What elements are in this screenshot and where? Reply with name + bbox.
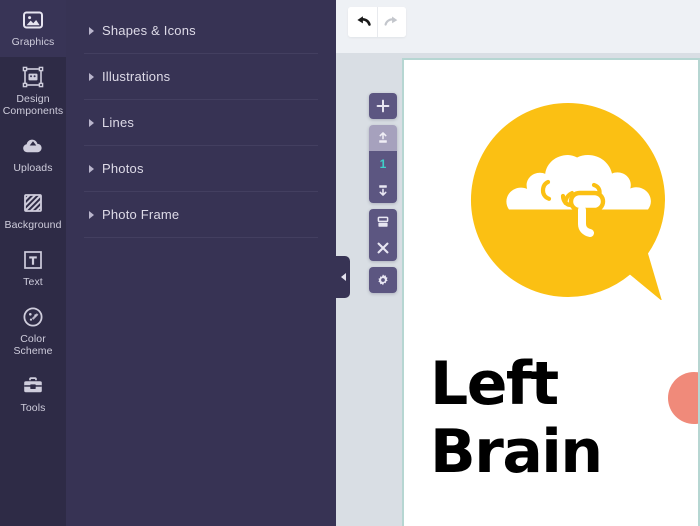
plus-icon [376, 99, 390, 113]
sidebar-item-label: Color Scheme [13, 333, 53, 357]
accordion-label: Shapes & Icons [102, 23, 196, 38]
left-icon-rail: Graphics Design Components Uploads Backg… [0, 0, 66, 526]
chevron-right-icon [84, 72, 98, 81]
undo-icon [354, 15, 371, 29]
sidebar-item-uploads[interactable]: Uploads [0, 126, 66, 183]
redo-button[interactable] [377, 7, 406, 37]
page-number-indicator[interactable]: 1 [369, 151, 397, 177]
sidebar-item-label: Background [4, 219, 62, 231]
chevron-left-icon [340, 273, 346, 281]
page-toolbar-group-2: 1 [369, 125, 397, 203]
history-button-group [348, 7, 406, 37]
headline-line-2: Brain [430, 417, 603, 487]
app-root: Graphics Design Components Uploads Backg… [0, 0, 700, 526]
chevron-right-icon [84, 26, 98, 35]
sidebar-item-tools[interactable]: Tools [0, 366, 66, 423]
color-scheme-icon [21, 305, 45, 329]
brain-speech-bubble-logo[interactable] [468, 100, 678, 310]
toolbox-icon [21, 374, 45, 398]
move-up-icon [376, 131, 390, 145]
sidebar-item-color-scheme[interactable]: Color Scheme [0, 297, 66, 366]
collapse-panel-handle[interactable] [336, 256, 350, 298]
editor-topbar [336, 0, 700, 53]
undo-button[interactable] [348, 7, 377, 37]
accordion-label: Lines [102, 115, 135, 130]
accordion-shapes-and-icons[interactable]: Shapes & Icons [84, 8, 318, 54]
accordion-label: Photos [102, 161, 144, 176]
move-page-down-button[interactable] [369, 177, 397, 203]
background-pattern-icon [21, 191, 45, 215]
accordion-label: Photo Frame [102, 207, 180, 222]
delete-page-button[interactable] [369, 235, 397, 261]
accordion-lines[interactable]: Lines [84, 100, 318, 146]
design-components-icon [21, 65, 45, 89]
sidebar-item-label: Text [23, 276, 43, 288]
accordion-illustrations[interactable]: Illustrations [84, 54, 318, 100]
chevron-right-icon [84, 118, 98, 127]
sidebar-item-text[interactable]: Text [0, 240, 66, 297]
workspace: 1 Left Brain [336, 0, 700, 526]
move-down-icon [376, 183, 390, 197]
canvas-headline[interactable]: Left Brain [430, 349, 698, 487]
page-toolbar-group-1 [369, 93, 397, 119]
upload-cloud-icon [21, 134, 45, 158]
design-canvas[interactable]: Left Brain [402, 58, 700, 526]
page-settings-button[interactable] [369, 267, 397, 293]
sidebar-item-label: Tools [20, 402, 46, 414]
sidebar-item-design-components[interactable]: Design Components [0, 57, 66, 126]
duplicate-page-button[interactable] [369, 209, 397, 235]
page-toolbar-group-3 [369, 209, 397, 261]
accordion-photos[interactable]: Photos [84, 146, 318, 192]
add-page-button[interactable] [369, 93, 397, 119]
image-icon [21, 8, 45, 32]
sidebar-item-background[interactable]: Background [0, 183, 66, 240]
headline-line-1: Left [430, 349, 559, 419]
gear-icon [376, 273, 390, 287]
redo-icon [384, 15, 401, 29]
sidebar-item-label: Uploads [13, 162, 53, 174]
page-toolbar: 1 [369, 93, 397, 293]
sidebar-item-label: Design Components [2, 93, 64, 117]
close-x-icon [376, 241, 390, 255]
page-toolbar-group-4 [369, 267, 397, 293]
chevron-right-icon [84, 210, 98, 219]
chevron-right-icon [84, 164, 98, 173]
accordion-label: Illustrations [102, 69, 171, 84]
text-icon [21, 248, 45, 272]
sidebar-item-label: Graphics [11, 36, 55, 48]
sidebar-item-graphics[interactable]: Graphics [0, 0, 66, 57]
duplicate-icon [376, 215, 390, 229]
move-page-up-button[interactable] [369, 125, 397, 151]
accordion-photo-frame[interactable]: Photo Frame [84, 192, 318, 238]
graphics-panel: Shapes & Icons Illustrations Lines Photo… [66, 0, 350, 526]
